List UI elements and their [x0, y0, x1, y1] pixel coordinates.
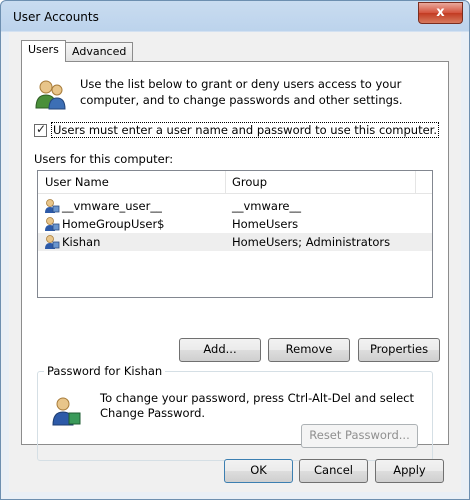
- user-name-cell: __vmware_user__: [62, 199, 162, 213]
- add-button[interactable]: Add...: [179, 338, 261, 362]
- require-login-checkbox[interactable]: ✓: [34, 122, 47, 137]
- group-cell: HomeUsers: [232, 217, 299, 231]
- users-listview[interactable]: User Name Group __vmware_user__ __vmware…: [37, 170, 433, 298]
- tab-advanced[interactable]: Advanced: [65, 42, 134, 61]
- table-row[interactable]: Kishan HomeUsers; Administrators: [38, 233, 432, 251]
- user-accounts-window: User Accounts x Users Advanced Use the l…: [0, 0, 470, 500]
- user-icon: [45, 217, 60, 231]
- group-cell: HomeUsers; Administrators: [232, 235, 391, 249]
- column-header-user-name[interactable]: User Name: [45, 175, 109, 189]
- password-groupbox: Password for Kishan To change your passw…: [37, 364, 433, 461]
- checkmark-icon: ✓: [36, 122, 47, 136]
- users-tab-panel: Use the list below to grant or deny user…: [21, 61, 449, 461]
- user-name-cell: Kishan: [62, 235, 101, 249]
- group-cell: __vmware__: [232, 199, 302, 213]
- users-icon: [35, 80, 66, 110]
- users-list-label: Users for this computer:: [34, 152, 174, 166]
- properties-button[interactable]: Properties: [358, 338, 440, 362]
- tab-users[interactable]: Users: [21, 40, 66, 62]
- close-button[interactable]: x: [418, 2, 463, 24]
- table-row[interactable]: __vmware_user__ __vmware__: [38, 197, 432, 215]
- user-name-cell: HomeGroupUser$: [62, 217, 165, 231]
- window-title: User Accounts: [13, 10, 99, 24]
- user-icon: [45, 199, 60, 213]
- password-instructions: To change your password, press Ctrl-Alt-…: [100, 391, 414, 420]
- list-header: User Name Group: [38, 171, 432, 194]
- cancel-button[interactable]: Cancel: [299, 459, 368, 483]
- title-bar[interactable]: User Accounts x: [1, 1, 469, 31]
- table-row[interactable]: HomeGroupUser$ HomeUsers: [38, 215, 432, 233]
- ok-button[interactable]: OK: [224, 459, 293, 483]
- require-login-label[interactable]: Users must enter a user name and passwor…: [51, 122, 440, 138]
- password-group-title: Password for Kishan: [44, 364, 166, 378]
- user-key-icon: [52, 397, 81, 426]
- close-icon: x: [436, 5, 445, 20]
- intro-text: Use the list below to grant or deny user…: [80, 77, 403, 107]
- remove-button[interactable]: Remove: [268, 338, 350, 362]
- column-header-group[interactable]: Group: [232, 175, 267, 189]
- user-icon: [45, 235, 60, 249]
- apply-button[interactable]: Apply: [375, 459, 444, 483]
- column-divider[interactable]: [225, 171, 226, 193]
- dialog-client: Users Advanced Use the list below to gra…: [9, 32, 461, 492]
- reset-password-button[interactable]: Reset Password...: [301, 424, 418, 448]
- column-divider[interactable]: [415, 171, 416, 193]
